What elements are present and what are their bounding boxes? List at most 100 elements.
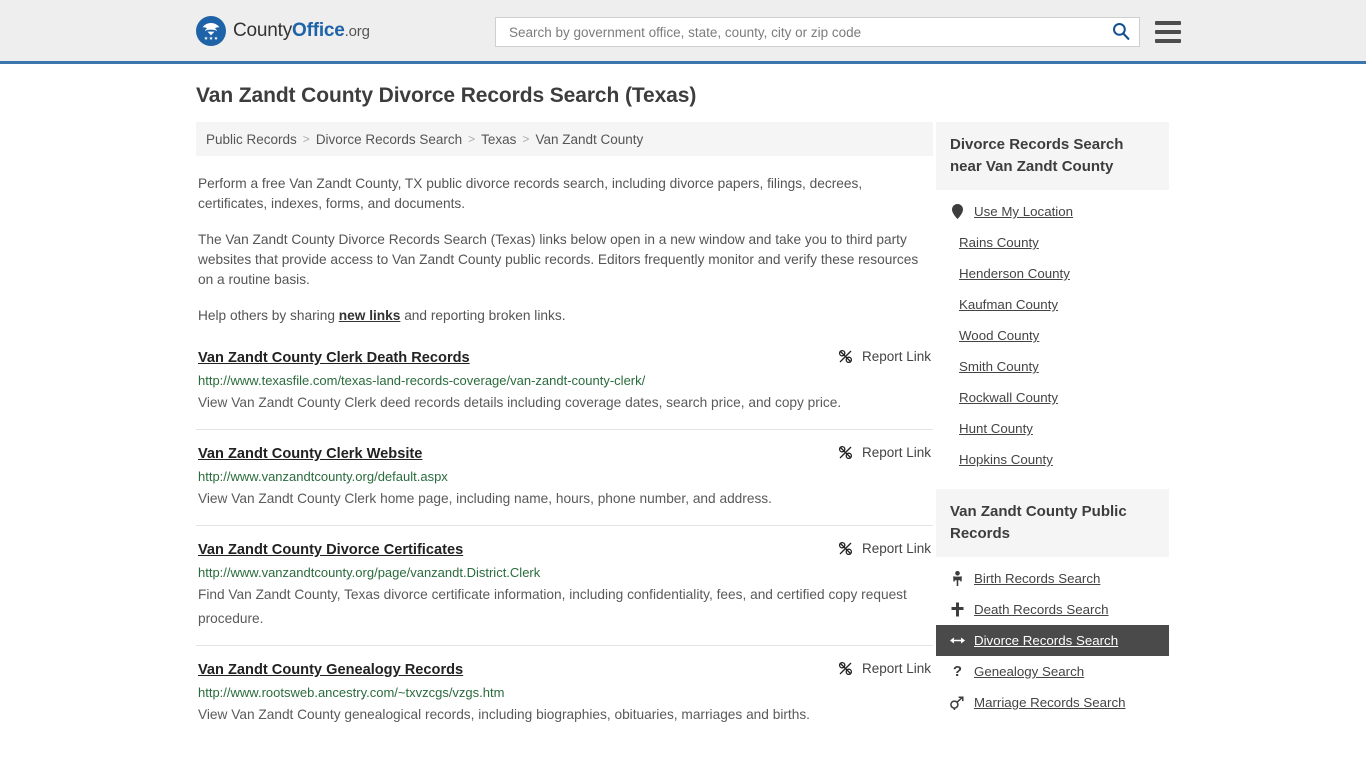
search-input[interactable] — [507, 19, 1109, 45]
broken-link-icon — [838, 661, 853, 676]
sidebar-item-birth-records-search[interactable]: Birth Records Search — [936, 563, 1169, 594]
breadcrumb: Public Records > Divorce Records Search … — [196, 122, 933, 156]
sidebar-item-label: Divorce Records Search — [974, 633, 1119, 648]
sidebar-item-rockwall-county[interactable]: Rockwall County — [936, 382, 1169, 413]
page-title: Van Zandt County Divorce Records Search … — [196, 84, 697, 107]
report-link-button[interactable]: Report Link — [838, 348, 931, 364]
result-header: Van Zandt County Genealogy Records Report… — [198, 660, 931, 680]
hamburger-bar — [1155, 39, 1181, 43]
sidebar-item-use-my-location[interactable]: Use My Location — [936, 196, 1169, 227]
result-description: Find Van Zandt County, Texas divorce cer… — [198, 587, 907, 626]
sidebar-item-label: Rockwall County — [959, 390, 1059, 405]
sidebar-item-label: Hunt County — [959, 421, 1033, 436]
content-columns: Public Records > Divorce Records Search … — [196, 122, 1176, 755]
breadcrumb-separator: > — [522, 132, 530, 146]
sidebar-item-smith-county[interactable]: Smith County — [936, 351, 1169, 382]
sidebar-item-henderson-county[interactable]: Henderson County — [936, 258, 1169, 289]
intro-p3-after: and reporting broken links. — [400, 308, 566, 323]
intro-paragraph-3: Help others by sharing new links and rep… — [198, 306, 931, 326]
sidebar-item-label: Smith County — [959, 359, 1039, 374]
sidebar-item-death-records-search[interactable]: Death Records Search — [936, 594, 1169, 625]
result-title-link[interactable]: Van Zandt County Genealogy Records — [198, 660, 463, 680]
hamburger-menu-icon[interactable] — [1155, 21, 1181, 43]
hamburger-bar — [1155, 21, 1181, 25]
sidebar-public-records-list: Birth Records Search Death Records Search… — [936, 557, 1169, 718]
arrows-left-right-icon — [950, 635, 965, 646]
result-url[interactable]: http://www.rootsweb.ancestry.com/~txvzcg… — [198, 685, 931, 701]
breadcrumb-item-divorce-records-search[interactable]: Divorce Records Search — [316, 132, 462, 147]
result-header: Van Zandt County Clerk Website Report Lin… — [198, 444, 931, 464]
sidebar: Divorce Records Search near Van Zandt Co… — [936, 122, 1169, 732]
report-link-button[interactable]: Report Link — [838, 540, 931, 556]
breadcrumb-item-van-zandt-county[interactable]: Van Zandt County — [535, 132, 643, 147]
sidebar-item-label: Kaufman County — [959, 297, 1059, 312]
breadcrumb-separator: > — [302, 132, 310, 146]
cross-icon — [950, 602, 965, 617]
logo-text-tld: .org — [344, 22, 370, 40]
map-pin-icon — [950, 204, 965, 219]
hamburger-bar — [1155, 30, 1181, 34]
result-title-link[interactable]: Van Zandt County Divorce Certificates — [198, 540, 463, 560]
result-title-link[interactable]: Van Zandt County Clerk Death Records — [198, 348, 470, 368]
result-url[interactable]: http://www.vanzandtcounty.org/page/vanza… — [198, 565, 931, 581]
intro-paragraph-2: The Van Zandt County Divorce Records Sea… — [198, 232, 919, 287]
content-container: Van Zandt County Divorce Records Search … — [196, 64, 1176, 755]
sidebar-item-divorce-records-search[interactable]: Divorce Records Search — [936, 625, 1169, 656]
logo-text-county: County — [233, 19, 293, 41]
sidebar-item-rains-county[interactable]: Rains County — [936, 227, 1169, 258]
sidebar-item-hopkins-county[interactable]: Hopkins County — [936, 444, 1169, 475]
intro-text: Perform a free Van Zandt County, TX publ… — [196, 174, 933, 326]
report-link-label: Report Link — [861, 661, 931, 676]
search-area — [495, 17, 1181, 47]
result-header: Van Zandt County Clerk Death Records Repo… — [198, 348, 931, 368]
broken-link-icon — [838, 541, 853, 556]
intro-paragraph-1: Perform a free Van Zandt County, TX publ… — [198, 176, 863, 211]
search-box[interactable] — [495, 17, 1140, 47]
result-header: Van Zandt County Divorce Certificates Rep… — [198, 540, 931, 560]
result-item: Van Zandt County Clerk Website Report Lin… — [196, 444, 933, 526]
sidebar-item-label: Death Records Search — [974, 602, 1109, 617]
question-mark-icon: ? — [952, 663, 963, 680]
result-title-link[interactable]: Van Zandt County Clerk Website — [198, 444, 422, 464]
result-url[interactable]: http://www.texasfile.com/texas-land-reco… — [198, 373, 931, 389]
sidebar-item-wood-county[interactable]: Wood County — [936, 320, 1169, 351]
mars-venus-icon — [950, 695, 965, 710]
sidebar-item-label: Rains County — [959, 235, 1039, 250]
broken-link-icon — [838, 349, 853, 364]
eagle-shield-emblem-icon — [196, 15, 226, 46]
sidebar-item-label: Henderson County — [959, 266, 1070, 281]
site-logo[interactable]: CountyOffice.org — [196, 15, 370, 46]
broken-link-icon — [838, 445, 853, 460]
baby-icon — [950, 571, 965, 586]
sidebar-item-genealogy-search[interactable]: ? Genealogy Search — [936, 656, 1169, 687]
report-link-label: Report Link — [861, 445, 931, 460]
sidebar-heading-nearby: Divorce Records Search near Van Zandt Co… — [936, 122, 1169, 190]
site-logo-text: CountyOffice.org — [233, 20, 370, 42]
new-links-link[interactable]: new links — [339, 308, 401, 323]
report-link-button[interactable]: Report Link — [838, 660, 931, 676]
result-item: Van Zandt County Clerk Death Records Repo… — [196, 348, 933, 430]
sidebar-item-hunt-county[interactable]: Hunt County — [936, 413, 1169, 444]
result-description: View Van Zandt County genealogical recor… — [198, 707, 810, 722]
sidebar-item-label: Wood County — [959, 328, 1040, 343]
sidebar-item-marriage-records-search[interactable]: Marriage Records Search — [936, 687, 1169, 718]
sidebar-section-public-records: Van Zandt County Public Records Birth Re… — [936, 489, 1169, 718]
result-description: View Van Zandt County Clerk deed records… — [198, 395, 842, 410]
result-item: Van Zandt County Genealogy Records Report… — [196, 660, 933, 741]
search-button[interactable] — [1109, 20, 1133, 44]
sidebar-section-nearby: Divorce Records Search near Van Zandt Co… — [936, 122, 1169, 475]
results-list: Van Zandt County Clerk Death Records Repo… — [196, 348, 933, 741]
result-item: Van Zandt County Divorce Certificates Rep… — [196, 540, 933, 646]
report-link-label: Report Link — [861, 349, 931, 364]
sidebar-item-kaufman-county[interactable]: Kaufman County — [936, 289, 1169, 320]
result-url[interactable]: http://www.vanzandtcounty.org/default.as… — [198, 469, 931, 485]
sidebar-item-label: Genealogy Search — [974, 664, 1085, 679]
breadcrumb-item-public-records[interactable]: Public Records — [206, 132, 297, 147]
sidebar-nearby-list: Use My Location Rains County Henderson Cou… — [936, 190, 1169, 475]
report-link-button[interactable]: Report Link — [838, 444, 931, 460]
sidebar-item-label: Birth Records Search — [974, 571, 1101, 586]
sidebar-item-label: Marriage Records Search — [974, 695, 1126, 710]
main-column: Public Records > Divorce Records Search … — [196, 122, 933, 755]
breadcrumb-item-texas[interactable]: Texas — [481, 132, 516, 147]
sidebar-item-label: Use My Location — [974, 204, 1074, 219]
